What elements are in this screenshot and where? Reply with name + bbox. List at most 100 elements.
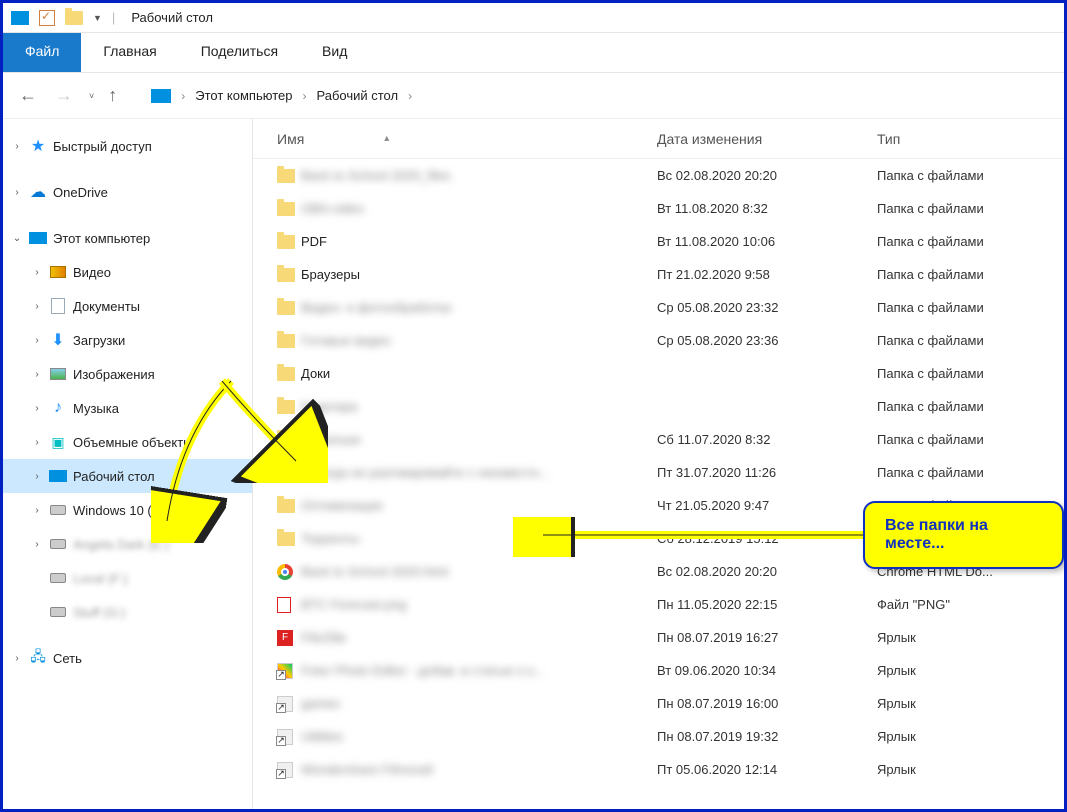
file-type: Файл "PNG" [877,597,1058,612]
chevron-right-icon[interactable]: › [31,267,43,278]
folder-icon [65,11,83,25]
sidebar-onedrive[interactable]: › ☁ OneDrive [3,175,252,209]
tab-share[interactable]: Поделиться [179,33,300,72]
file-row[interactable]: БраузерыПт 21.02.2020 9:58Папка с файлам… [253,258,1064,291]
file-name: Utilities [301,729,657,744]
folder-icon [277,301,301,315]
file-name: никогда не разговаривайте с неизвестн... [301,465,657,480]
sidebar-drive-c[interactable]: › Windows 10 (C:) [3,493,252,527]
tab-file[interactable]: Файл [3,33,81,72]
sidebar-3d-objects[interactable]: › ▣ Объемные объекты [3,425,252,459]
pc-icon [151,89,171,103]
history-dropdown-icon[interactable]: ˅ [89,91,94,101]
titlebar-separator: | [112,10,115,25]
file-date: Вс 02.08.2020 20:20 [657,564,877,579]
tab-view[interactable]: Вид [300,33,369,72]
check-icon[interactable] [39,10,55,26]
chevron-right-icon[interactable]: › [11,141,23,152]
ribbon: Файл Главная Поделиться Вид [3,33,1064,73]
breadcrumb[interactable]: › Этот компьютер › Рабочий стол › [151,88,412,103]
file-type: Папка с файлами [877,267,1058,282]
chevron-right-icon[interactable]: › [31,471,43,482]
callout-text: Все папки на месте... [885,517,988,552]
file-row[interactable]: BTC Forecast.pngПн 11.05.2020 22:15Файл … [253,588,1064,621]
file-name: FileZilla [301,630,657,645]
annotation-callout: Все папки на месте... [863,501,1064,569]
sidebar-network[interactable]: › 🖧 Сеть [3,641,252,675]
chevron-right-icon[interactable]: › [408,89,412,103]
folder-icon [277,202,301,216]
file-name: BTC Forecast.png [301,597,657,612]
sidebar-desktop[interactable]: › Рабочий стол [3,459,252,493]
column-name[interactable]: Имя [277,131,304,147]
tab-home[interactable]: Главная [81,33,178,72]
chrome-icon [277,564,301,580]
chevron-right-icon[interactable]: › [31,437,43,448]
file-name: Квартира [301,399,657,414]
file-row[interactable]: PDFВт 11.08.2020 10:06Папка с файлами [253,225,1064,258]
monitor-icon [11,11,29,25]
file-date: Пн 08.07.2019 16:00 [657,696,877,711]
chevron-right-icon[interactable]: › [31,335,43,346]
column-type[interactable]: Тип [877,131,1058,147]
file-row[interactable]: КошелькиСб 11.07.2020 8:32Папка с файлам… [253,423,1064,456]
folder-icon [277,466,301,480]
sidebar: › ★ Быстрый доступ › ☁ OneDrive ⌄ Этот к… [3,119,253,809]
file-row[interactable]: FFileZillaПн 08.07.2019 16:27Ярлык [253,621,1064,654]
file-row[interactable]: Видео- и фотообработкаСр 05.08.2020 23:3… [253,291,1064,324]
chevron-right-icon[interactable]: › [31,539,43,550]
sidebar-blur-item[interactable]: › Local (F:) [3,561,252,595]
sidebar-item-label: Музыка [73,401,119,416]
cloud-icon: ☁ [29,183,47,201]
sidebar-blur-item[interactable]: › Stuff (G:) [3,595,252,629]
drive-icon [50,539,66,549]
sidebar-this-pc[interactable]: ⌄ Этот компьютер [3,221,252,255]
file-row[interactable]: ДокиПапка с файлами [253,357,1064,390]
sidebar-images[interactable]: › Изображения [3,357,252,391]
file-date: Пт 21.02.2020 9:58 [657,267,877,282]
file-row[interactable]: никогда не разговаривайте с неизвестн...… [253,456,1064,489]
qat-dropdown-icon[interactable]: ▼ [93,13,102,23]
column-date[interactable]: Дата изменения [657,131,877,147]
file-row[interactable]: Готовые видеоСр 05.08.2020 23:36Папка с … [253,324,1064,357]
file-name: Back to School 2020_files [301,168,657,183]
breadcrumb-pc[interactable]: Этот компьютер [195,88,292,103]
file-name: Готовые видео [301,333,657,348]
breadcrumb-desktop[interactable]: Рабочий стол [316,88,398,103]
chevron-down-icon[interactable]: ⌄ [11,233,23,244]
file-type: Ярлык [877,729,1058,744]
sidebar-quick-access[interactable]: › ★ Быстрый доступ [3,129,252,163]
chevron-right-icon[interactable]: › [11,187,23,198]
chevron-right-icon[interactable]: › [31,369,43,380]
sidebar-documents[interactable]: › Документы [3,289,252,323]
shortcut-icon [277,729,301,745]
sidebar-blur-item[interactable]: › Angela Dark (E:) [3,527,252,561]
chevron-right-icon[interactable]: › [302,89,306,103]
file-row[interactable]: Back to School 2020_filesВс 02.08.2020 2… [253,159,1064,192]
up-button[interactable]: ↑ [108,85,117,106]
sidebar-item-label: Local (F:) [73,571,128,586]
file-type: Ярлык [877,762,1058,777]
chevron-right-icon[interactable]: › [31,301,43,312]
file-row[interactable]: Fotor Photo Editor - добав. в статью о к… [253,654,1064,687]
chevron-right-icon[interactable]: › [11,653,23,664]
file-row[interactable]: UtilitiesПн 08.07.2019 19:32Ярлык [253,720,1064,753]
file-row[interactable]: Wondershare Filmora9Пт 05.06.2020 12:14Я… [253,753,1064,786]
chevron-right-icon[interactable]: › [31,403,43,414]
sidebar-downloads[interactable]: › ⬇ Загрузки [3,323,252,357]
sort-asc-icon[interactable]: ▴ [384,133,389,144]
folder-icon [277,235,301,249]
column-headers: Имя ▴ Дата изменения Тип [253,119,1064,159]
file-row[interactable]: КвартираПапка с файлами [253,390,1064,423]
chevron-right-icon[interactable]: › [31,505,43,516]
file-row[interactable]: gamesПн 08.07.2019 16:00Ярлык [253,687,1064,720]
chevron-right-icon[interactable]: › [181,89,185,103]
sidebar-music[interactable]: › ♪ Музыка [3,391,252,425]
back-button[interactable]: ← [17,85,39,107]
file-type: Папка с файлами [877,432,1058,447]
sidebar-video[interactable]: › Видео [3,255,252,289]
file-date: Вт 11.08.2020 8:32 [657,201,877,216]
file-name: Видео- и фотообработка [301,300,657,315]
star-icon: ★ [29,137,47,155]
file-row[interactable]: OBS-videoВт 11.08.2020 8:32Папка с файла… [253,192,1064,225]
